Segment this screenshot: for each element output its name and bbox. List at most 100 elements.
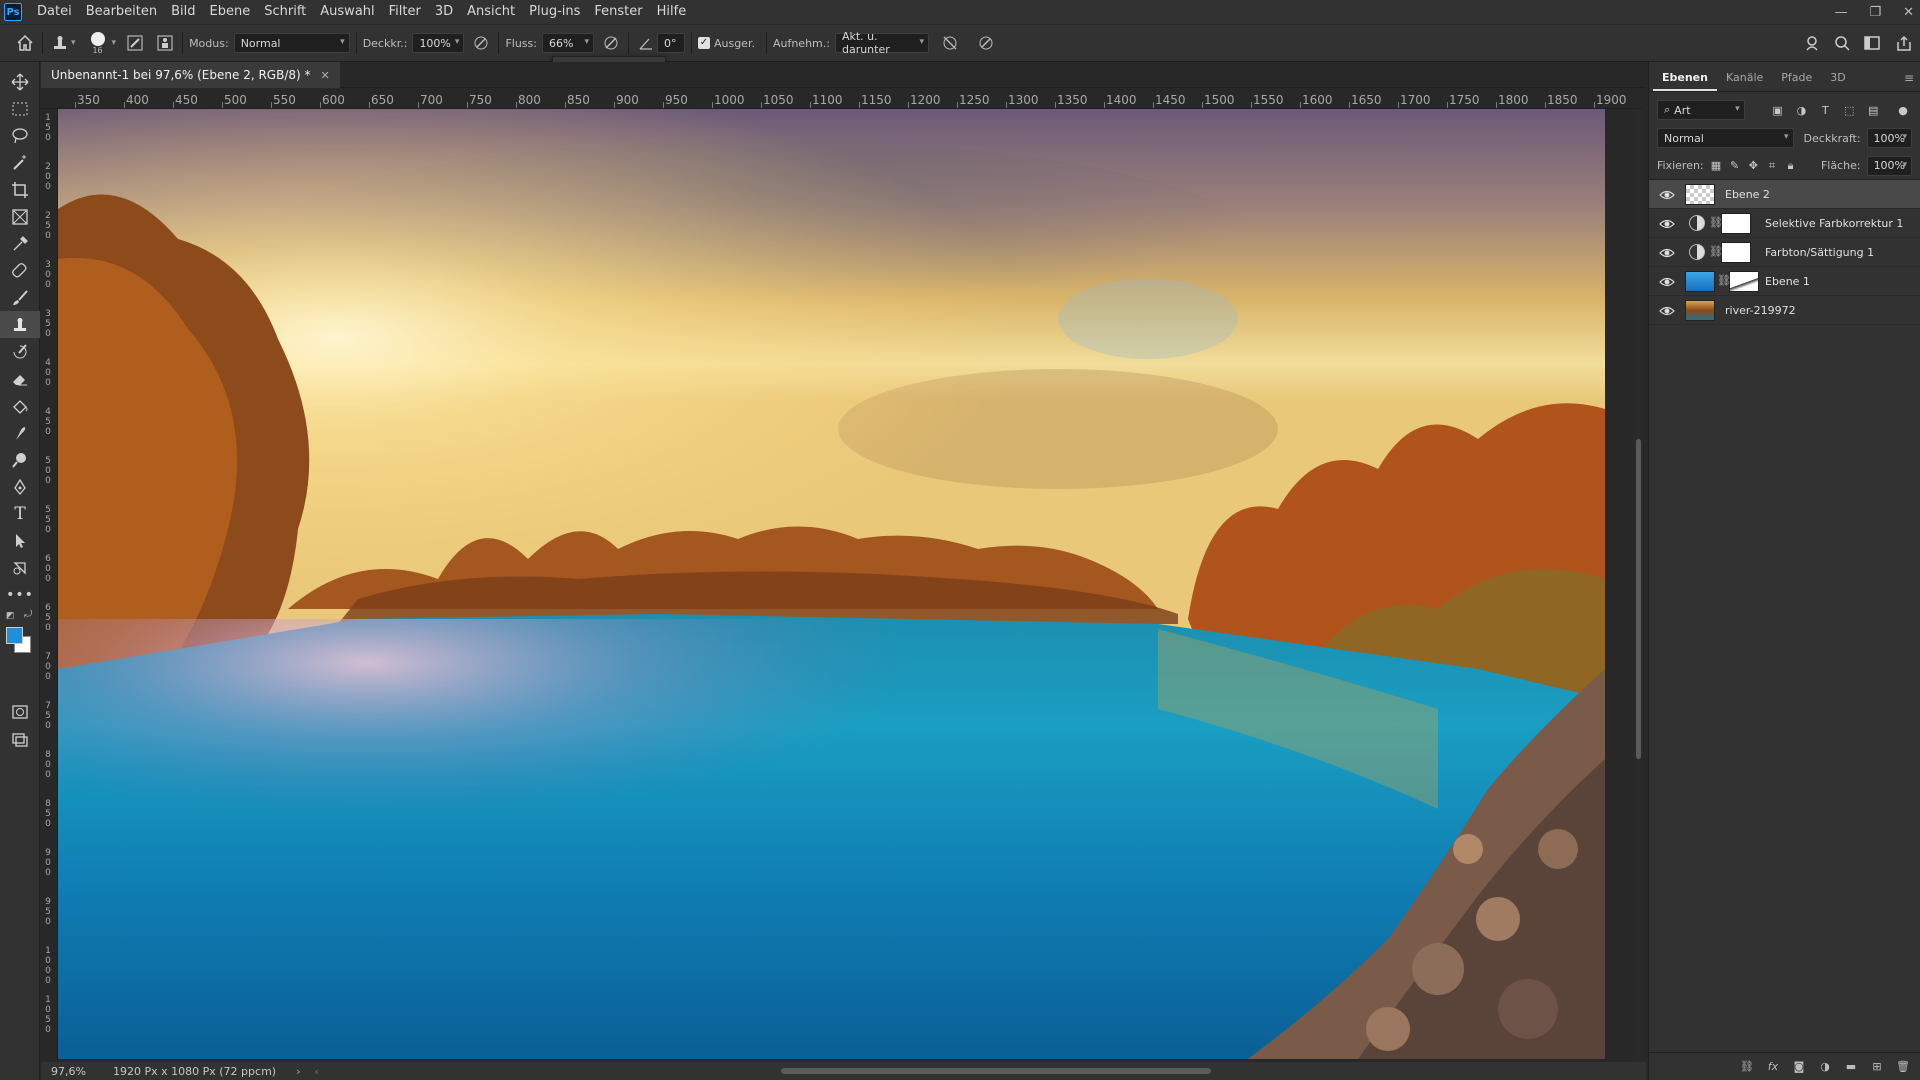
flow-field[interactable]: 66% ▾	[541, 33, 594, 53]
aligned-checkbox[interactable]: ✓ Ausger.	[697, 37, 760, 50]
search-icon[interactable]	[1834, 35, 1850, 54]
filter-adjustment-icon[interactable]: ◑	[1792, 101, 1810, 119]
layer-row[interactable]: river-219972	[1649, 296, 1920, 325]
layer-mask-thumbnail[interactable]	[1721, 242, 1751, 263]
lock-artboard-icon[interactable]: ⌗	[1766, 157, 1779, 175]
crop-tool-icon[interactable]	[0, 176, 40, 203]
menu-auswahl[interactable]: Auswahl	[313, 0, 381, 24]
layer-row[interactable]: ⛓︎ Farbton/Sättigung 1	[1649, 238, 1920, 267]
swap-colors-icon[interactable]: ⤾	[24, 609, 32, 620]
share-workspace-icon[interactable]	[1804, 35, 1820, 54]
sample-select[interactable]: Akt. u. darunter ▾	[834, 30, 929, 56]
menu-ebene[interactable]: Ebene	[203, 0, 258, 24]
fill-field[interactable]: 100% ▾	[1866, 155, 1913, 176]
vertical-ruler[interactable]: 150 200 250 300 350 400 450 500 550 600 650 700 750 8…	[41, 109, 58, 1062]
brush-tool-icon[interactable]	[0, 284, 40, 311]
fx-icon[interactable]: fx	[1765, 1059, 1781, 1075]
eye-icon[interactable]	[1659, 303, 1675, 319]
healing-brush-tool-icon[interactable]	[0, 257, 40, 284]
angle-field[interactable]: 0°	[656, 33, 685, 53]
filter-shape-icon[interactable]: ⬚	[1840, 101, 1858, 119]
menu-plugins[interactable]: Plug-ins	[522, 0, 587, 24]
ignore-adjustment-layers-icon[interactable]	[939, 32, 961, 54]
menu-filter[interactable]: Filter	[382, 0, 428, 24]
document-tab[interactable]: Unbenannt-1 bei 97,6% (Ebene 2, RGB/8) *…	[41, 62, 340, 88]
tab-ebenen[interactable]: Ebenen	[1653, 67, 1717, 91]
clone-stamp-tool-icon[interactable]	[0, 311, 40, 338]
eye-icon[interactable]	[1659, 274, 1675, 290]
airbrush-icon[interactable]	[600, 32, 622, 54]
vertical-scrollbar[interactable]	[1633, 109, 1643, 1062]
filter-smart-object-icon[interactable]: ▤	[1864, 101, 1882, 119]
restore-icon[interactable]: ❐	[1869, 5, 1881, 20]
layer-name[interactable]: Farbton/Sättigung 1	[1765, 246, 1874, 259]
clone-source-panel-icon[interactable]	[154, 32, 176, 54]
tab-pfade[interactable]: Pfade	[1772, 67, 1821, 91]
mode-select[interactable]: Normal ▾	[233, 33, 350, 53]
filter-pixel-icon[interactable]: ▣	[1769, 101, 1787, 119]
vertical-scroll-thumb[interactable]	[1636, 439, 1641, 759]
menu-3d[interactable]: 3D	[428, 0, 460, 24]
more-tools-icon[interactable]: •••	[0, 581, 40, 608]
river-landscape-image[interactable]	[58, 109, 1605, 1059]
new-adjustment-icon[interactable]: ◑	[1817, 1059, 1833, 1075]
lock-paint-icon[interactable]: ✎	[1728, 157, 1741, 175]
blend-mode-select[interactable]: Normal ▾	[1657, 128, 1794, 148]
marquee-tool-icon[interactable]	[0, 95, 40, 122]
layer-name[interactable]: Ebene 2	[1725, 188, 1770, 201]
home-icon[interactable]	[14, 32, 36, 54]
lasso-tool-icon[interactable]	[0, 122, 40, 149]
new-layer-icon[interactable]: ⊞	[1869, 1059, 1885, 1075]
brush-preset-picker[interactable]: 16	[86, 31, 110, 55]
menu-schrift[interactable]: Schrift	[257, 0, 313, 24]
brush-settings-icon[interactable]	[124, 32, 146, 54]
new-group-icon[interactable]: ▬	[1843, 1059, 1859, 1075]
screen-mode-icon[interactable]	[0, 725, 40, 752]
filter-toggle-icon[interactable]: ●	[1894, 101, 1912, 119]
layer-opacity-field[interactable]: 100% ▾	[1866, 128, 1912, 148]
opacity-field[interactable]: 100% ▾	[412, 33, 465, 53]
layer-name[interactable]: river-219972	[1725, 304, 1796, 317]
gradient-tool-icon[interactable]	[0, 392, 40, 419]
layer-name[interactable]: Ebene 1	[1765, 275, 1810, 288]
lock-all-icon[interactable]: 🔒︎	[1784, 157, 1797, 175]
menu-bearbeiten[interactable]: Bearbeiten	[79, 0, 164, 24]
lock-transparent-icon[interactable]: ▦	[1710, 157, 1723, 175]
history-brush-tool-icon[interactable]	[0, 338, 40, 365]
chevron-right-icon[interactable]: ›	[296, 1065, 300, 1078]
link-layers-icon[interactable]: ⛓︎	[1739, 1059, 1755, 1075]
layer-row[interactable]: ⛓︎ Ebene 1	[1649, 267, 1920, 296]
magic-wand-tool-icon[interactable]	[0, 149, 40, 176]
smudge-tool-icon[interactable]	[0, 419, 40, 446]
eye-icon[interactable]	[1659, 187, 1675, 203]
move-tool-icon[interactable]	[0, 68, 40, 95]
layer-mask-thumbnail[interactable]	[1729, 271, 1759, 292]
canvas-area[interactable]	[58, 109, 1641, 1062]
pen-tool-icon[interactable]	[0, 473, 40, 500]
tab-3d[interactable]: 3D	[1821, 67, 1854, 91]
minimize-icon[interactable]: —	[1834, 5, 1847, 20]
lock-position-icon[interactable]: ✥	[1747, 157, 1760, 175]
eyedropper-tool-icon[interactable]	[0, 230, 40, 257]
brush-caret-icon[interactable]: ▾	[112, 38, 117, 48]
foreground-color-swatch[interactable]	[6, 627, 23, 644]
share-icon[interactable]	[1896, 35, 1912, 54]
tool-preset-caret-icon[interactable]: ▾	[71, 38, 76, 48]
pressure-size-icon[interactable]	[975, 32, 997, 54]
panel-menu-icon[interactable]: ≡	[1904, 67, 1914, 91]
layer-row[interactable]: Ebene 2	[1649, 180, 1920, 209]
layer-name[interactable]: Selektive Farbkorrektur 1	[1765, 217, 1903, 230]
zoom-level[interactable]: 97,6%	[51, 1065, 107, 1078]
default-colors-icon[interactable]: ◩	[6, 611, 15, 621]
delete-layer-icon[interactable]: 🗑︎	[1895, 1059, 1911, 1075]
scroll-left-icon[interactable]: ‹	[314, 1065, 318, 1078]
horizontal-ruler[interactable]: 350 400 450 500 550 600 650 700 750 800 850 900 950 1…	[41, 89, 1641, 109]
close-window-icon[interactable]: ✕	[1903, 5, 1914, 20]
eraser-tool-icon[interactable]	[0, 365, 40, 392]
shape-tool-icon[interactable]	[0, 554, 40, 581]
frame-tool-icon[interactable]	[0, 203, 40, 230]
menu-datei[interactable]: Datei	[30, 0, 79, 24]
add-mask-icon[interactable]: ◙	[1791, 1059, 1807, 1075]
clone-stamp-tool-icon[interactable]	[49, 32, 71, 54]
pressure-opacity-icon[interactable]	[470, 32, 492, 54]
